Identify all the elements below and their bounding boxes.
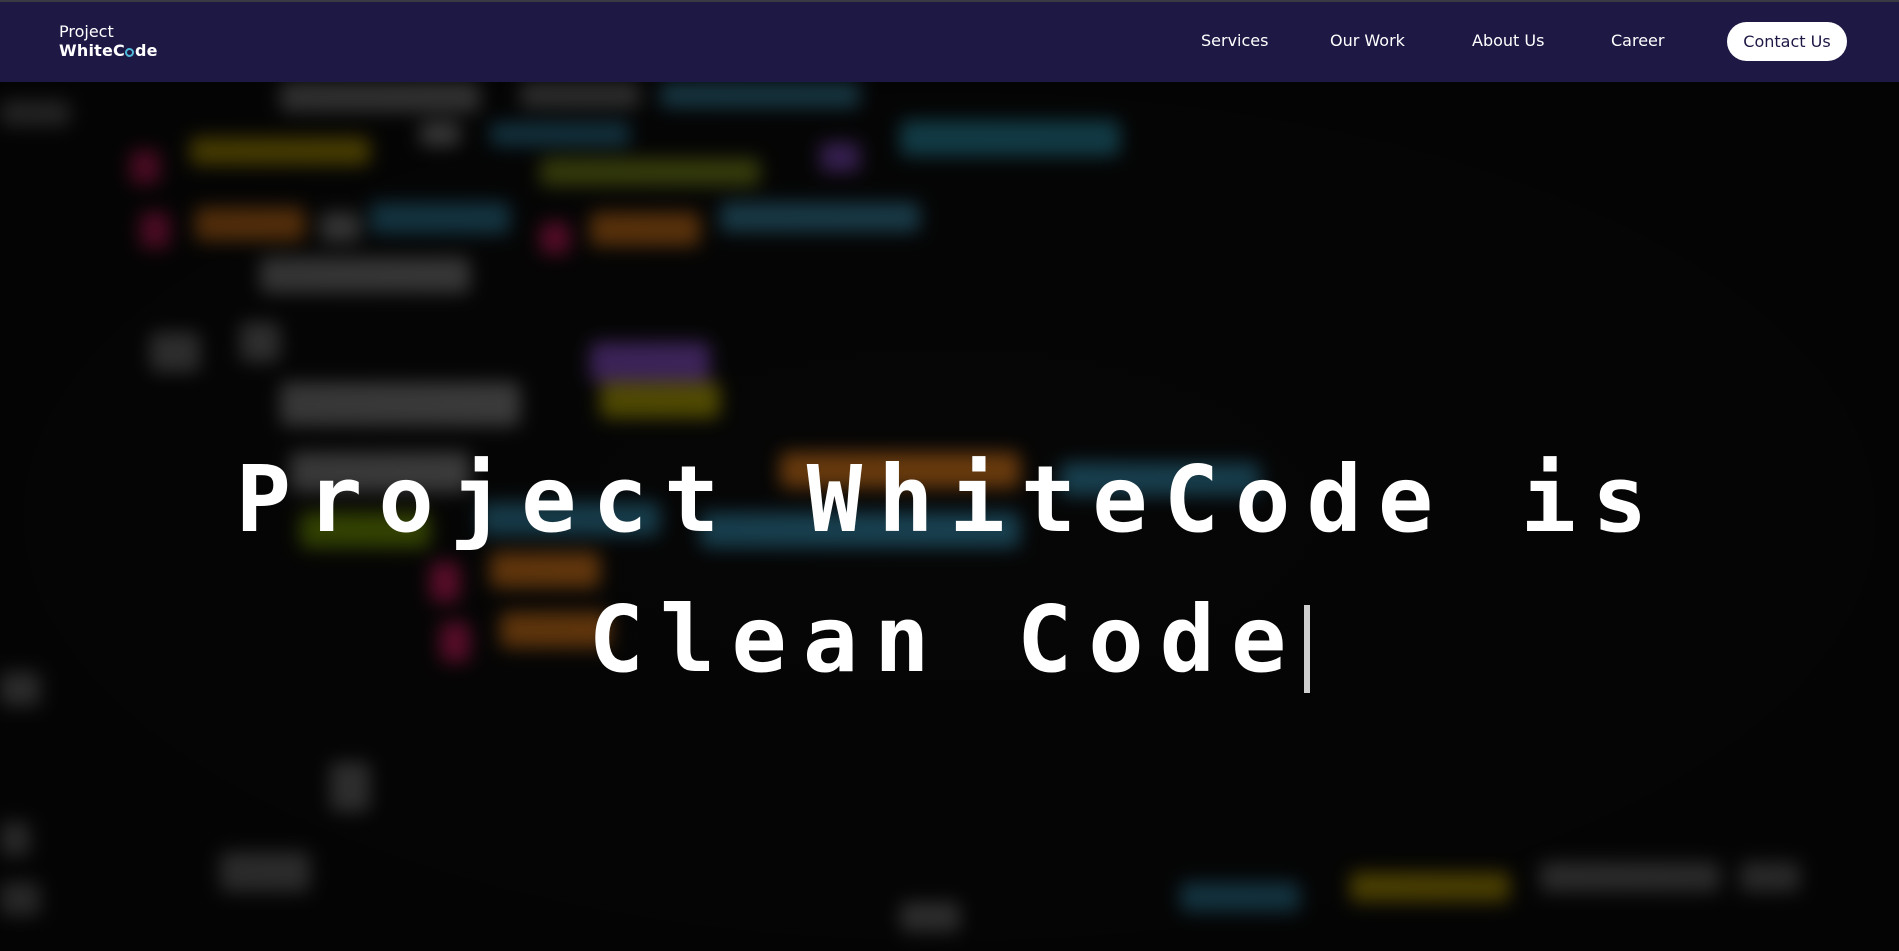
logo[interactable]: Project WhiteC de: [59, 22, 158, 60]
logo-line-1: Project: [59, 22, 114, 41]
typing-caret-icon: [1304, 604, 1311, 693]
nav-career[interactable]: Career: [1611, 31, 1664, 50]
hero-headline: Project WhiteCode is Clean Code: [0, 430, 1899, 710]
navbar: Project WhiteC de Services Our Work About…: [0, 2, 1899, 82]
logo-line-2-prefix: WhiteC: [59, 41, 125, 60]
hero-headline-line-2-text: Clean Code: [588, 585, 1303, 693]
nav-our-work[interactable]: Our Work: [1330, 31, 1405, 50]
logo-o-ring-icon: [125, 48, 135, 57]
nav-about-us[interactable]: About Us: [1472, 31, 1544, 50]
nav-services[interactable]: Services: [1201, 31, 1268, 50]
logo-line-2-suffix: de: [134, 41, 158, 60]
hero-headline-line-2: Clean Code: [0, 570, 1899, 710]
contact-us-button[interactable]: Contact Us: [1727, 22, 1847, 61]
logo-line-2: WhiteC de: [59, 41, 158, 60]
page: Project WhiteC de Services Our Work About…: [0, 0, 1899, 951]
hero-headline-line-1: Project WhiteCode is: [235, 445, 1664, 553]
